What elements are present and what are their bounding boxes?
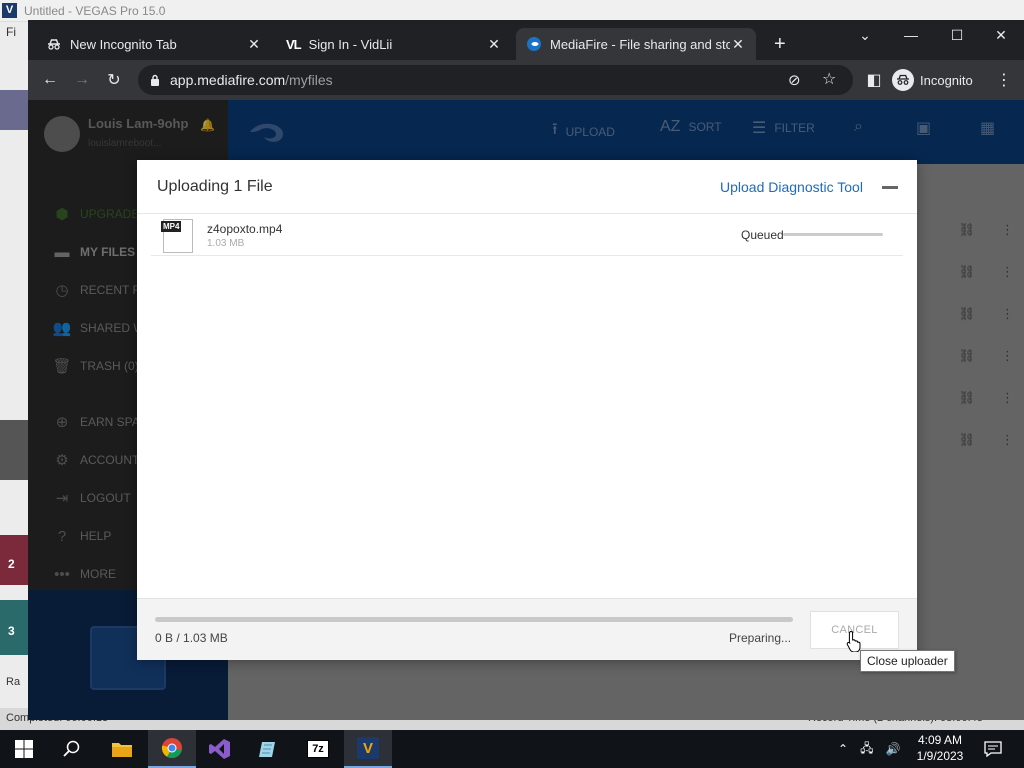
tab-label: Sign In - VidLii	[308, 36, 393, 52]
new-tab-button[interactable]: +	[764, 28, 794, 60]
tab-strip: New Incognito Tab ✕ VL Sign In - VidLii …	[28, 20, 1024, 60]
background-title: Untitled - VEGAS Pro 15.0	[24, 4, 166, 18]
background-label: Ra	[6, 676, 21, 688]
forward-icon[interactable]: →	[68, 66, 96, 94]
notepad-icon[interactable]	[244, 730, 292, 768]
minimize-icon[interactable]: —	[888, 20, 934, 50]
chevron-up-icon[interactable]: ⌃	[838, 742, 848, 756]
background-track: 2	[0, 535, 28, 585]
dialog-title: Uploading 1 File	[157, 178, 273, 195]
background-menu-fragment[interactable]: Fi	[6, 25, 16, 39]
minimize-uploader-icon[interactable]	[882, 186, 898, 189]
close-window-icon[interactable]: ✕	[978, 20, 1024, 50]
incognito-avatar-icon	[892, 69, 914, 91]
bookmark-star-icon[interactable]: ☆	[822, 69, 836, 89]
start-icon[interactable]	[0, 730, 48, 768]
close-tab-icon[interactable]: ✕	[730, 36, 746, 53]
hand-cursor-icon	[846, 630, 862, 653]
tab-search-icon[interactable]: ⌄	[842, 20, 888, 50]
volume-icon[interactable]: 🔊	[885, 742, 900, 756]
background-strip	[0, 420, 28, 480]
maximize-icon[interactable]: ☐	[934, 20, 980, 50]
windows-taskbar: 7z V ⌃ 🖧 🔊 4:09 AM 1/9/2023	[0, 730, 1024, 768]
dialog-footer: 0 B / 1.03 MB Preparing... CANCEL	[137, 598, 917, 660]
background-strip	[0, 90, 28, 130]
file-progress-bar	[783, 233, 883, 236]
tab-label: MediaFire - File sharing and storage	[550, 36, 730, 52]
url-text: app.mediafire.com/myfiles	[170, 72, 333, 88]
side-panel-icon[interactable]: ◧	[860, 66, 888, 94]
total-bytes: 0 B / 1.03 MB	[155, 631, 228, 645]
clock-time: 4:09 AM	[917, 733, 963, 747]
back-icon[interactable]: ←	[36, 66, 64, 94]
browser-toolbar: ← → ↻ app.mediafire.com/myfiles ⊘ ☆ ◧ In…	[28, 60, 1024, 100]
tab-label: New Incognito Tab	[70, 36, 177, 52]
chrome-icon[interactable]	[148, 730, 196, 768]
file-size: 1.03 MB	[207, 238, 245, 249]
visual-studio-icon[interactable]	[196, 730, 244, 768]
close-tab-icon[interactable]: ✕	[246, 36, 262, 53]
vegas-icon[interactable]: V	[344, 730, 392, 768]
tab-vidlii[interactable]: VL Sign In - VidLii ✕	[276, 28, 512, 60]
tab-mediafire[interactable]: MediaFire - File sharing and storage ✕	[516, 28, 756, 60]
background-track: 3	[0, 600, 28, 655]
tab-new-incognito[interactable]: New Incognito Tab ✕	[36, 28, 272, 60]
dialog-header: Uploading 1 File Upload Diagnostic Tool	[137, 160, 917, 214]
7zip-icon[interactable]: 7z	[294, 730, 342, 768]
close-tab-icon[interactable]: ✕	[486, 36, 502, 53]
upload-state: Preparing...	[729, 631, 792, 645]
file-status: Queued	[741, 228, 784, 242]
file-name: z4opoxto.mp4	[207, 222, 283, 236]
menu-kebab-icon[interactable]: ⋮	[990, 66, 1018, 94]
upload-file-row: MP4 z4opoxto.mp4 1.03 MB Queued	[151, 214, 903, 256]
lock-icon	[150, 74, 160, 87]
file-type-badge: MP4	[161, 221, 182, 232]
system-tray: ⌃ 🖧 🔊	[838, 730, 900, 768]
incognito-label: Incognito	[920, 72, 973, 88]
vidlii-icon: VL	[286, 36, 302, 52]
notification-center-icon[interactable]	[976, 730, 1010, 768]
upload-dialog: Uploading 1 File Upload Diagnostic Tool …	[137, 160, 917, 660]
reload-icon[interactable]: ↻	[100, 66, 128, 94]
incognito-indicator[interactable]: Incognito	[892, 67, 973, 93]
upload-diagnostic-link[interactable]: Upload Diagnostic Tool	[720, 179, 863, 195]
eye-off-icon[interactable]: ⊘	[788, 71, 801, 89]
total-progress-bar	[155, 617, 793, 622]
track-number: 2	[8, 557, 15, 571]
close-uploader-tooltip: Close uploader	[860, 650, 955, 672]
taskbar-clock[interactable]: 4:09 AM 1/9/2023	[912, 732, 968, 764]
file-explorer-icon[interactable]	[98, 730, 146, 768]
network-icon[interactable]: 🖧	[860, 739, 873, 760]
search-icon[interactable]	[48, 730, 96, 768]
vegas-logo-icon: V	[2, 3, 17, 18]
track-number: 3	[8, 624, 15, 638]
browser-window: New Incognito Tab ✕ VL Sign In - VidLii …	[28, 20, 1024, 720]
address-bar[interactable]: app.mediafire.com/myfiles ⊘ ☆	[138, 65, 853, 95]
incognito-icon	[46, 36, 62, 52]
mediafire-icon	[526, 36, 542, 52]
clock-date: 1/9/2023	[916, 749, 964, 763]
